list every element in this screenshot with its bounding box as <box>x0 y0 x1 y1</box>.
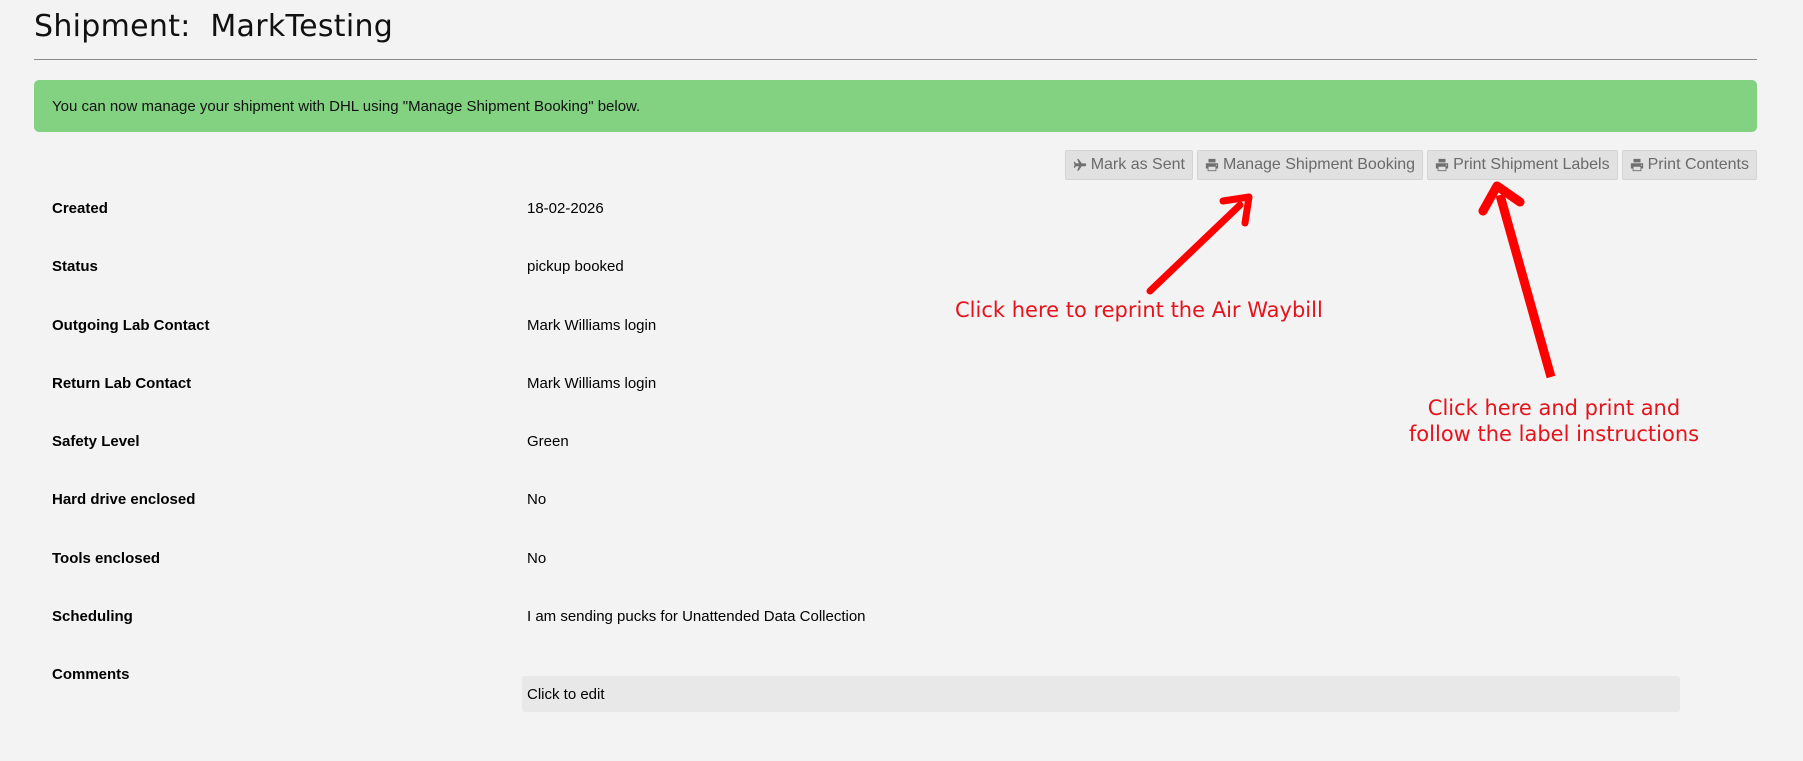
printer-icon <box>1435 158 1449 172</box>
detail-row-hard-drive-enclosed: Hard drive enclosed No <box>52 481 1752 539</box>
mark-as-sent-button[interactable]: Mark as Sent <box>1064 150 1193 180</box>
detail-value: Mark Williams login <box>527 374 657 392</box>
detail-label: Created <box>52 200 108 217</box>
detail-row-status: Status pickup booked <box>52 248 1752 306</box>
comments-editable-field[interactable]: Click to edit <box>522 676 1680 712</box>
labels-annotation-line1: Click here and print and <box>1427 396 1681 420</box>
print-shipment-labels-button[interactable]: Print Shipment Labels <box>1427 150 1618 180</box>
printer-icon <box>1205 158 1219 172</box>
detail-label: Tools enclosed <box>52 549 161 567</box>
detail-row-outgoing-lab-contact: Outgoing Lab Contact Mark Williams login <box>52 307 1752 365</box>
detail-label: Comments <box>52 666 130 684</box>
labels-annotation-line2: follow the label instructions <box>1408 422 1700 446</box>
plane-icon <box>1073 158 1087 172</box>
comments-placeholder: Click to edit <box>527 685 605 703</box>
detail-value: Green <box>527 433 569 451</box>
labels-annotation: Click here and print and follow the labe… <box>1398 395 1710 447</box>
print-contents-label: Print Contents <box>1647 156 1749 173</box>
detail-row-created: Created 18-02-2026 <box>52 190 1752 248</box>
printer-icon <box>1630 158 1644 172</box>
shipment-toolbar: Mark as Sent Manage Shipment Booking Pri… <box>1064 150 1757 180</box>
page-title: Shipment: MarkTesting <box>34 9 394 44</box>
success-alert: You can now manage your shipment with DH… <box>34 80 1757 132</box>
manage-shipment-booking-label: Manage Shipment Booking <box>1222 156 1416 173</box>
detail-row-scheduling: Scheduling I am sending pucks for Unatte… <box>52 598 1752 656</box>
detail-value: pickup booked <box>527 258 624 276</box>
detail-value: I am sending pucks for Unattended Data C… <box>527 608 866 626</box>
manage-shipment-booking-button[interactable]: Manage Shipment Booking <box>1196 150 1424 180</box>
title-divider <box>34 59 1757 60</box>
detail-value: 18-02-2026 <box>527 200 604 217</box>
reprint-annotation: Click here to reprint the Air Waybill <box>955 298 1323 322</box>
detail-label: Outgoing Lab Contact <box>52 316 210 334</box>
detail-label: Scheduling <box>52 608 133 626</box>
alert-message: You can now manage your shipment with DH… <box>52 97 641 115</box>
detail-label: Return Lab Contact <box>52 374 192 392</box>
detail-label: Status <box>52 258 98 276</box>
detail-row-tools-enclosed: Tools enclosed No <box>52 540 1752 598</box>
print-shipment-labels-label: Print Shipment Labels <box>1453 156 1610 173</box>
mark-as-sent-label: Mark as Sent <box>1090 156 1185 173</box>
detail-value: Mark Williams login <box>527 316 657 334</box>
shipment-details: Created 18-02-2026 Status pickup booked … <box>52 190 1752 715</box>
shipment-page: Shipment: MarkTesting You can now manage… <box>0 0 1803 761</box>
detail-label: Hard drive enclosed <box>52 491 196 509</box>
detail-label: Safety Level <box>52 433 140 451</box>
print-contents-button[interactable]: Print Contents <box>1621 150 1757 180</box>
detail-value: No <box>527 549 547 567</box>
detail-value: No <box>527 491 547 509</box>
